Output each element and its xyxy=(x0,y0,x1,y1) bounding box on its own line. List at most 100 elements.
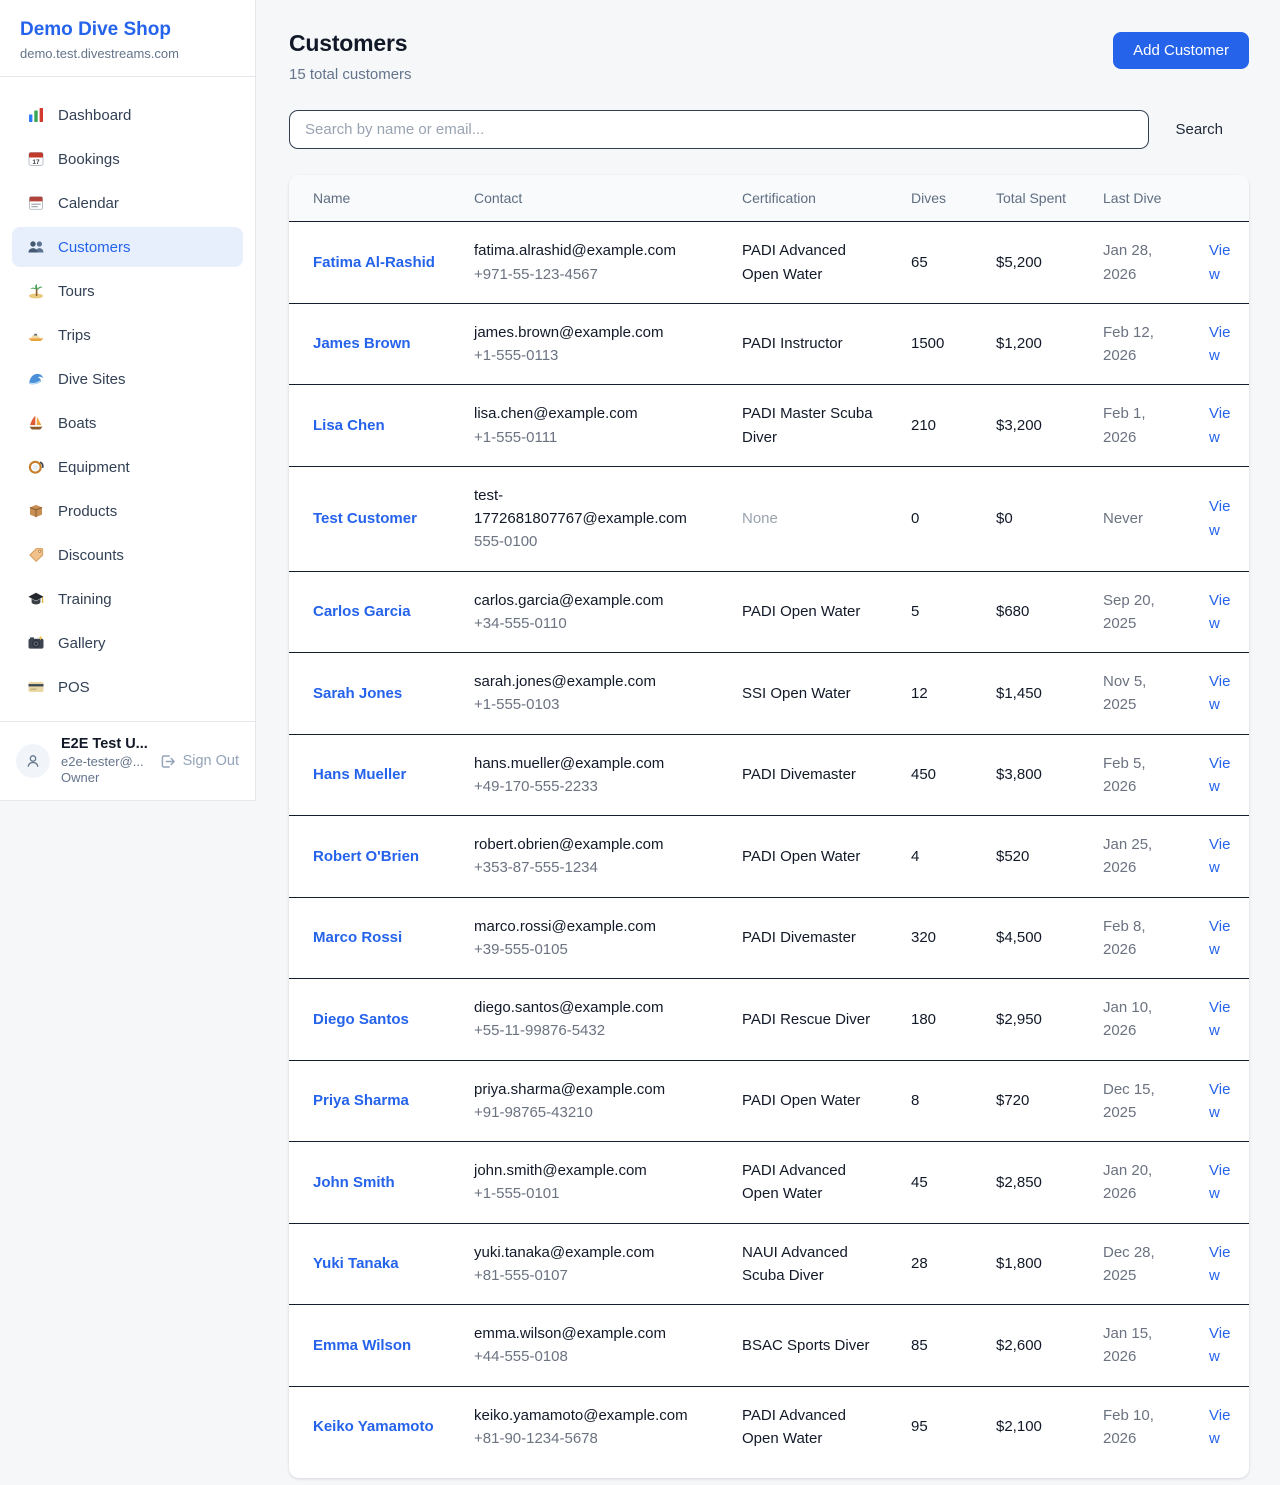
customer-total-spent: $2,600 xyxy=(980,1305,1087,1387)
sidebar-item-pos[interactable]: POS xyxy=(12,667,243,707)
view-link[interactable]: View xyxy=(1209,242,1230,282)
equipment-icon xyxy=(27,458,45,476)
customer-name-link[interactable]: Carlos Garcia xyxy=(313,603,411,620)
sidebar-item-dive-sites[interactable]: Dive Sites xyxy=(12,359,243,399)
search-button[interactable]: Search xyxy=(1149,121,1249,138)
customer-name-link[interactable]: Sarah Jones xyxy=(313,685,402,702)
sidebar-item-calendar[interactable]: Calendar xyxy=(12,183,243,223)
customer-phone: +353-87-555-1234 xyxy=(474,856,710,879)
view-link[interactable]: View xyxy=(1209,1162,1230,1202)
customer-email: priya.sharma@example.com xyxy=(474,1078,710,1101)
sidebar-item-label: POS xyxy=(58,679,90,696)
view-link[interactable]: View xyxy=(1209,1244,1230,1284)
view-link[interactable]: View xyxy=(1209,673,1230,713)
boats-icon xyxy=(27,414,45,432)
customer-name-link[interactable]: Hans Mueller xyxy=(313,766,406,783)
view-link[interactable]: View xyxy=(1209,592,1230,632)
sidebar-item-equipment[interactable]: Equipment xyxy=(12,447,243,487)
customer-total-spent: $1,800 xyxy=(980,1223,1087,1305)
main-content: Customers 15 total customers Add Custome… xyxy=(257,0,1280,1478)
customer-name-link[interactable]: Fatima Al-Rashid xyxy=(313,254,435,271)
table-row: Robert O'Brien robert.obrien@example.com… xyxy=(289,816,1249,898)
view-link[interactable]: View xyxy=(1209,405,1230,445)
add-customer-button[interactable]: Add Customer xyxy=(1113,32,1249,69)
sidebar-header: Demo Dive Shop demo.test.divestreams.com xyxy=(0,0,255,77)
view-link[interactable]: View xyxy=(1209,755,1230,795)
sidebar-item-label: Tours xyxy=(58,283,95,300)
search-input[interactable] xyxy=(289,110,1149,149)
sidebar-item-dashboard[interactable]: Dashboard xyxy=(12,95,243,135)
sidebar-item-label: Boats xyxy=(58,415,96,432)
user-section: E2E Test U... e2e-tester@... Owner Sign … xyxy=(0,721,255,800)
sidebar-item-label: Equipment xyxy=(58,459,130,476)
customer-name-link[interactable]: Marco Rossi xyxy=(313,929,402,946)
discounts-icon xyxy=(27,546,45,564)
table-row: Diego Santos diego.santos@example.com +5… xyxy=(289,979,1249,1061)
customer-phone: +39-555-0105 xyxy=(474,938,710,961)
customer-name-link[interactable]: Diego Santos xyxy=(313,1011,409,1028)
customer-name-link[interactable]: Lisa Chen xyxy=(313,417,385,434)
view-link[interactable]: View xyxy=(1209,1325,1230,1365)
customer-phone: +1-555-0111 xyxy=(474,426,710,449)
customer-total-spent: $720 xyxy=(980,1060,1087,1142)
user-name: E2E Test U... xyxy=(61,735,148,754)
shop-title[interactable]: Demo Dive Shop xyxy=(20,19,235,41)
sidebar-item-label: Products xyxy=(58,503,117,520)
sidebar-item-label: Calendar xyxy=(58,195,119,212)
customer-total-spent: $1,450 xyxy=(980,653,1087,735)
customer-name-link[interactable]: John Smith xyxy=(313,1174,395,1191)
customer-phone: +1-555-0103 xyxy=(474,693,710,716)
customer-name-link[interactable]: Yuki Tanaka xyxy=(313,1255,399,1272)
sidebar-item-boats[interactable]: Boats xyxy=(12,403,243,443)
customer-total-spent: $1,200 xyxy=(980,303,1087,385)
sign-out-button[interactable]: Sign Out xyxy=(159,753,239,770)
customer-last-dive: Jan 28, 2026 xyxy=(1087,222,1193,304)
sidebar-item-customers[interactable]: Customers xyxy=(12,227,243,267)
customer-email: carlos.garcia@example.com xyxy=(474,589,710,612)
customer-certification: PADI Open Water xyxy=(726,816,895,898)
customer-last-dive: Dec 28, 2025 xyxy=(1087,1223,1193,1305)
view-link[interactable]: View xyxy=(1209,999,1230,1039)
customer-name-link[interactable]: James Brown xyxy=(313,335,411,352)
bookings-icon: 17 xyxy=(27,150,45,168)
customer-name-link[interactable]: Priya Sharma xyxy=(313,1092,409,1109)
sidebar-item-training[interactable]: Training xyxy=(12,579,243,619)
customer-total-spent: $4,500 xyxy=(980,897,1087,979)
customer-email: hans.mueller@example.com xyxy=(474,752,710,775)
table-row: Yuki Tanaka yuki.tanaka@example.com +81-… xyxy=(289,1223,1249,1305)
customer-phone: +91-98765-43210 xyxy=(474,1101,710,1124)
customer-name-link[interactable]: Keiko Yamamoto xyxy=(313,1418,434,1435)
customer-name-link[interactable]: Emma Wilson xyxy=(313,1337,411,1354)
view-link[interactable]: View xyxy=(1209,836,1230,876)
customer-certification: PADI Rescue Diver xyxy=(726,979,895,1061)
table-row: Keiko Yamamoto keiko.yamamoto@example.co… xyxy=(289,1386,1249,1478)
customer-last-dive: Feb 5, 2026 xyxy=(1087,734,1193,816)
customer-name-link[interactable]: Test Customer xyxy=(313,510,417,527)
view-link[interactable]: View xyxy=(1209,498,1230,538)
sidebar-item-gallery[interactable]: Gallery xyxy=(12,623,243,663)
customer-name-link[interactable]: Robert O'Brien xyxy=(313,848,419,865)
sidebar-item-bookings[interactable]: 17Bookings xyxy=(12,139,243,179)
customer-certification: PADI Instructor xyxy=(726,303,895,385)
customer-dives: 1500 xyxy=(895,303,980,385)
customers-table: NameContactCertificationDivesTotal Spent… xyxy=(289,175,1249,1478)
customer-phone: +44-555-0108 xyxy=(474,1345,710,1368)
tours-icon xyxy=(27,282,45,300)
column-header: Dives xyxy=(895,175,980,222)
view-link[interactable]: View xyxy=(1209,1081,1230,1121)
customer-certification: PADI Divemaster xyxy=(726,897,895,979)
sidebar-item-discounts[interactable]: Discounts xyxy=(12,535,243,575)
view-link[interactable]: View xyxy=(1209,1407,1230,1447)
customer-phone: 555-0100 xyxy=(474,530,710,553)
view-link[interactable]: View xyxy=(1209,324,1230,364)
sidebar-item-tours[interactable]: Tours xyxy=(12,271,243,311)
sidebar-item-products[interactable]: Products xyxy=(12,491,243,531)
view-link[interactable]: View xyxy=(1209,918,1230,958)
customer-email: james.brown@example.com xyxy=(474,321,710,344)
customer-last-dive: Feb 1, 2026 xyxy=(1087,385,1193,467)
sidebar-item-trips[interactable]: Trips xyxy=(12,315,243,355)
customer-email: keiko.yamamoto@example.com xyxy=(474,1404,710,1427)
person-icon xyxy=(23,751,43,771)
customer-dives: 28 xyxy=(895,1223,980,1305)
training-icon xyxy=(27,590,45,608)
